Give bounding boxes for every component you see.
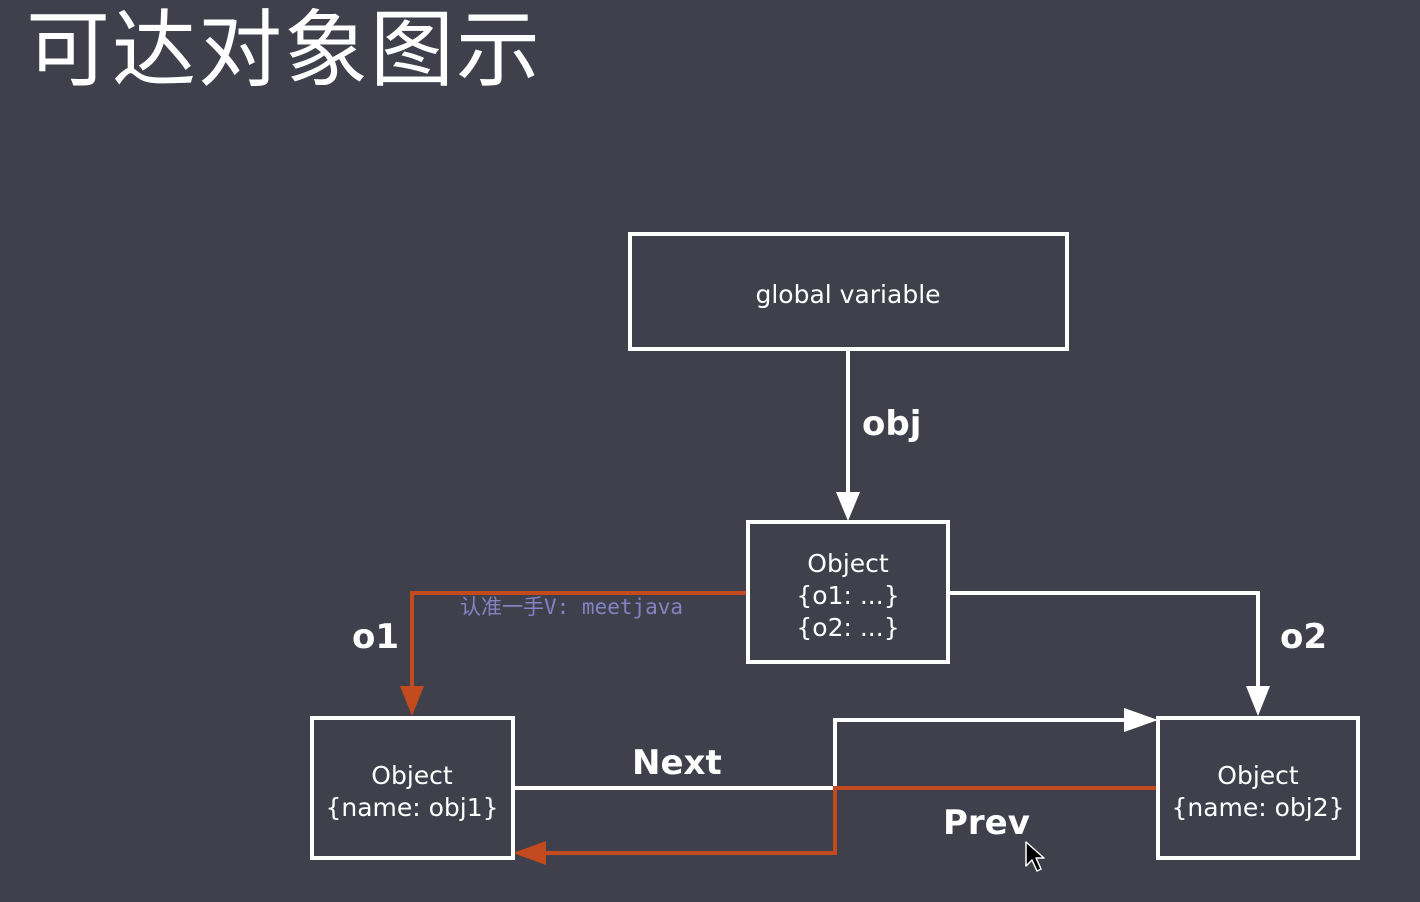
slide: 可达对象图示 global variable Object {o1: ...} … [0, 0, 1420, 902]
node-center-line-1: Object [807, 549, 889, 578]
mouse-cursor-icon [1025, 841, 1045, 872]
node-center-line-2: {o1: ...} [796, 581, 899, 610]
node-object-obj2: Object {name: obj2} [1156, 716, 1360, 860]
node-obj1-line-1: Object [371, 761, 453, 790]
node-global-variable: global variable [628, 232, 1069, 351]
reachability-diagram: global variable Object {o1: ...} {o2: ..… [310, 232, 1360, 872]
edge-label-obj: obj [862, 404, 921, 444]
edge-prev-arrowhead [513, 841, 546, 865]
node-obj2-line-1: Object [1217, 761, 1299, 790]
watermark-text: 认准一手V: meetjava [460, 595, 683, 619]
edge-label-o2: o2 [1280, 617, 1327, 657]
edge-obj-arrowhead [836, 492, 860, 521]
edge-label-prev: Prev [943, 803, 1030, 843]
node-object-obj1: Object {name: obj1} [310, 716, 515, 860]
edge-o2-arrowhead [1246, 686, 1270, 716]
edge-o1-arrowhead [400, 686, 424, 716]
edge-label-o1: o1 [352, 617, 399, 657]
node-center-line-3: {o2: ...} [796, 613, 899, 642]
edge-next-line [513, 718, 1128, 790]
edge-prev-line [544, 786, 1157, 855]
node-object-center: Object {o1: ...} {o2: ...} [746, 520, 950, 664]
edge-label-next: Next [632, 743, 722, 783]
node-obj1-line-2: {name: obj1} [325, 793, 498, 822]
node-global-label: global variable [755, 280, 940, 309]
edge-o2-line [948, 591, 1260, 692]
edge-next-arrowhead [1124, 708, 1158, 732]
node-obj2-line-2: {name: obj2} [1171, 793, 1344, 822]
